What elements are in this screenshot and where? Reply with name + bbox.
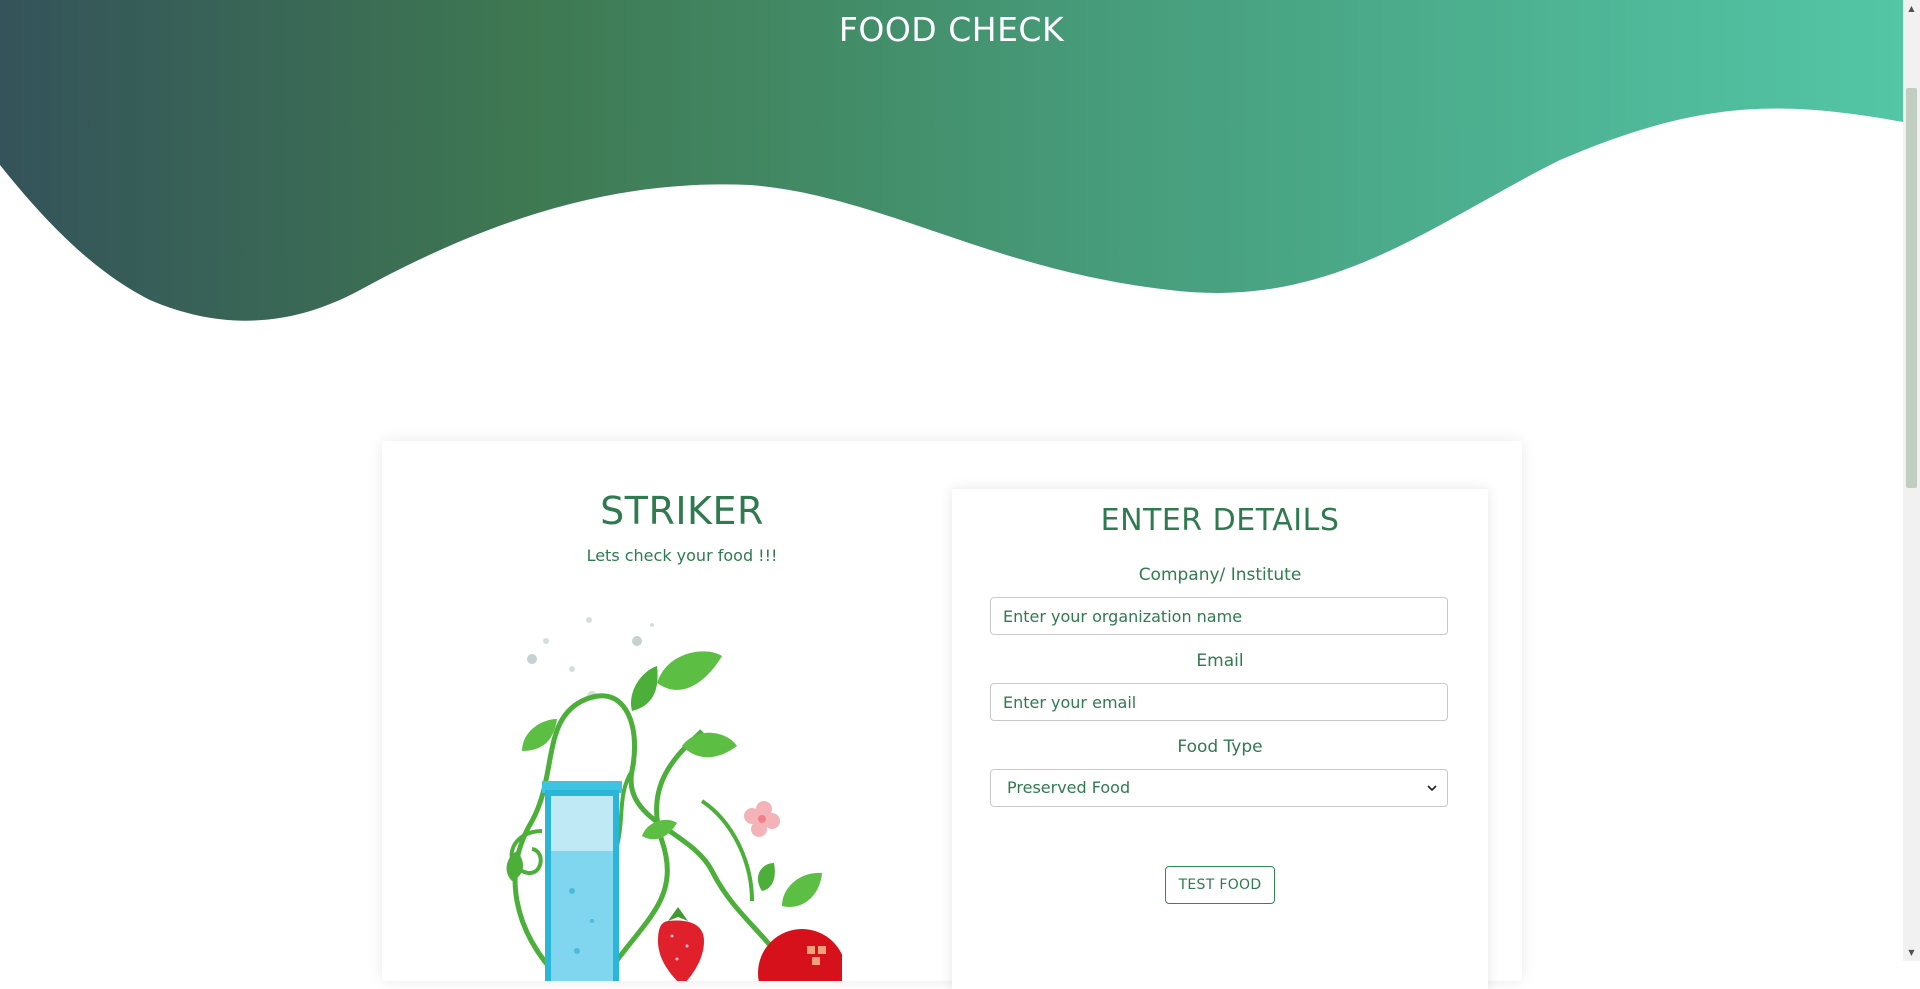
details-form-card: ENTER DETAILS Company/ Institute Email F… xyxy=(952,489,1488,989)
brand-title: STRIKER xyxy=(600,489,764,533)
chevron-down-icon xyxy=(1427,785,1437,792)
food-type-select[interactable]: Preserved Food xyxy=(990,769,1448,807)
site-title: FOOD CHECK xyxy=(838,10,1065,49)
test-food-button[interactable]: TEST FOOD xyxy=(1165,866,1275,904)
company-input[interactable] xyxy=(990,597,1448,635)
food-type-selected-value: Preserved Food xyxy=(1007,778,1131,797)
food-test-illustration xyxy=(506,617,842,981)
scroll-up-icon[interactable]: ▲ xyxy=(1903,0,1920,17)
email-input[interactable] xyxy=(990,683,1448,721)
company-label: Company/ Institute xyxy=(1138,565,1302,585)
email-label: Email xyxy=(1196,651,1244,671)
brand-panel: STRIKER Lets check your food !!! xyxy=(382,441,942,981)
scrollbar-thumb[interactable] xyxy=(1906,88,1917,488)
form-title: ENTER DETAILS xyxy=(1100,503,1340,538)
scroll-down-icon[interactable]: ▼ xyxy=(1903,944,1920,961)
food-type-label: Food Type xyxy=(1177,737,1263,757)
main-card: STRIKER Lets check your food !!! ENTER D… xyxy=(382,441,1522,989)
page-scrollbar[interactable]: ▲ ▼ xyxy=(1903,0,1920,961)
brand-tagline: Lets check your food !!! xyxy=(586,546,778,565)
